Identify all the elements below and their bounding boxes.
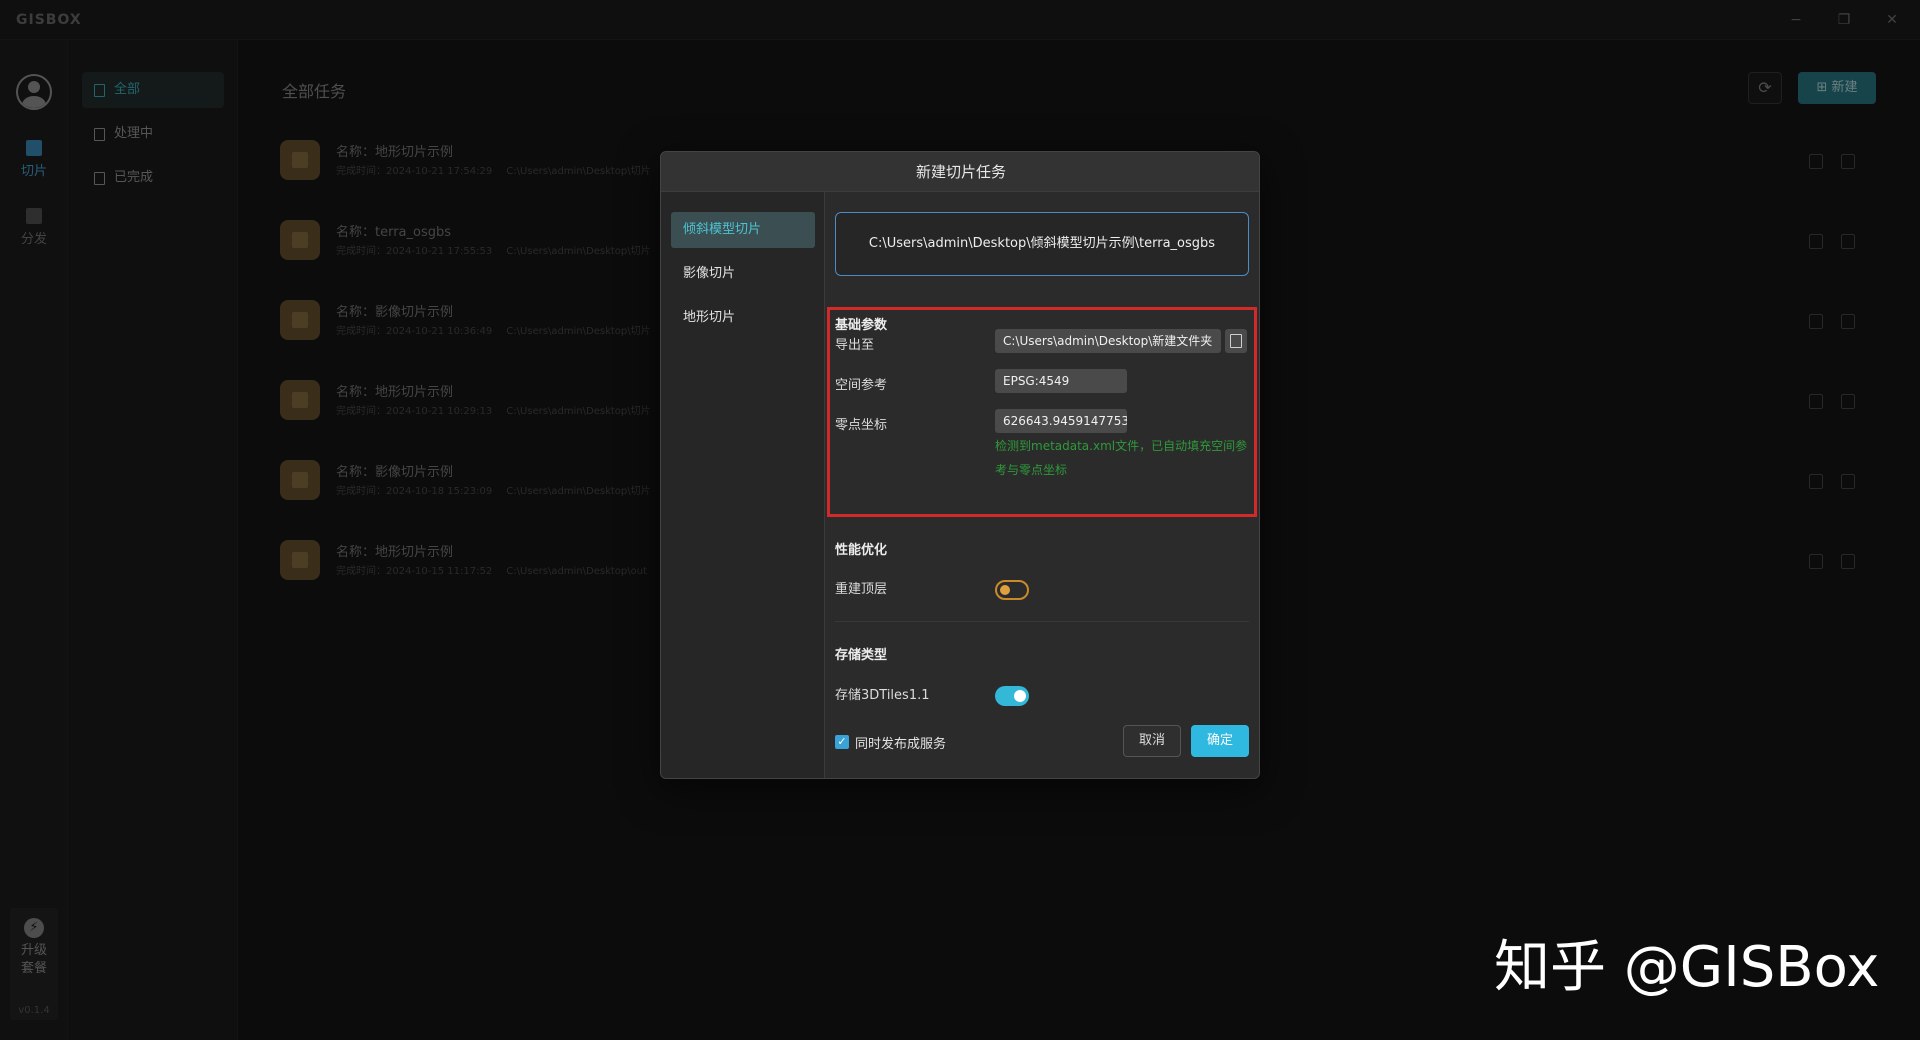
rebuild-top-toggle[interactable] [995, 580, 1029, 600]
tab-imagery[interactable]: 影像切片 [671, 256, 815, 292]
toggle-knob [1014, 690, 1026, 702]
export-path-input[interactable]: C:\Users\admin\Desktop\新建文件夹 [995, 329, 1221, 353]
tiles-label: 存储3DTiles1.1 [835, 688, 930, 703]
confirm-button[interactable]: 确定 [1191, 725, 1249, 757]
origin-label: 零点坐标 [835, 418, 888, 433]
storage-title: 存储类型 [835, 648, 888, 663]
tab-terrain[interactable]: 地形切片 [671, 300, 815, 336]
perf-title: 性能优化 [835, 543, 888, 558]
crs-input[interactable]: EPSG:4549 [995, 369, 1127, 393]
divider [835, 621, 1249, 622]
publish-label[interactable]: 同时发布成服务 [855, 733, 946, 752]
dialog-tab-list: 倾斜模型切片 影像切片 地形切片 [661, 192, 825, 778]
rebuild-top-label: 重建顶层 [835, 582, 888, 597]
tiles-toggle[interactable] [995, 686, 1029, 706]
folder-icon[interactable] [1225, 329, 1247, 353]
watermark: 知乎 @GISBox [1494, 935, 1880, 1000]
dialog-title: 新建切片任务 [661, 152, 1259, 192]
autofill-hint: 检测到metadata.xml文件，已自动填充空间参考与零点坐标 [995, 439, 1248, 477]
new-slice-task-dialog: 新建切片任务 倾斜模型切片 影像切片 地形切片 C:\Users\admin\D… [660, 151, 1260, 779]
crs-label: 空间参考 [835, 378, 888, 393]
origin-input[interactable]: 626643.94591477537,3 [995, 409, 1127, 433]
export-label: 导出至 [835, 338, 875, 353]
publish-checkbox[interactable]: ✓ [835, 735, 849, 749]
cancel-button[interactable]: 取消 [1123, 725, 1181, 757]
source-path-dropzone[interactable]: C:\Users\admin\Desktop\倾斜模型切片示例\terra_os… [835, 212, 1249, 276]
dialog-body: C:\Users\admin\Desktop\倾斜模型切片示例\terra_os… [825, 192, 1259, 778]
toggle-knob [1000, 585, 1010, 595]
tab-oblique-model[interactable]: 倾斜模型切片 [671, 212, 815, 248]
basic-params-title: 基础参数 [835, 318, 888, 333]
